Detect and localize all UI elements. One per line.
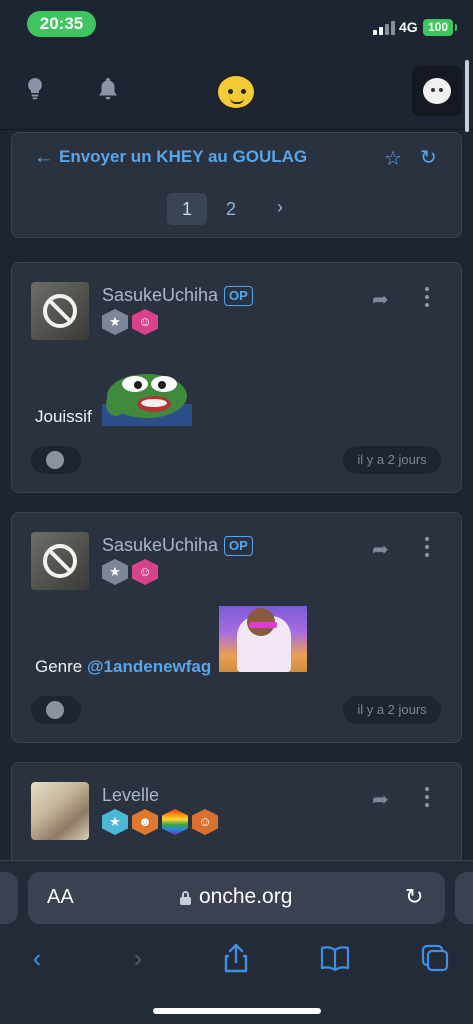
text-size-button[interactable]: AA [47,886,74,909]
banned-icon [43,544,77,578]
pepe-sticker-image [102,374,192,426]
user-menu-button[interactable] [412,66,462,116]
user-avatar-icon [423,78,451,104]
share-icon[interactable]: ➦ [372,287,389,312]
rainbow-badge-icon [162,809,188,835]
avatar[interactable] [31,532,89,590]
star-badge-icon: ★ [102,309,128,335]
more-options-icon[interactable] [425,787,430,807]
op-badge: OP [224,536,253,556]
post-username[interactable]: SasukeUchiha [102,285,218,306]
post-text: Genre @1andenewfag [35,657,211,677]
reload-icon[interactable]: ↻ [405,884,423,910]
user-mention-link[interactable]: @1andenewfag [87,657,211,676]
battery-icon: 100 [423,19,457,36]
home-indicator[interactable] [153,1008,321,1014]
forward-icon[interactable]: › [121,942,155,974]
refresh-icon[interactable]: ↻ [420,145,437,170]
share-icon[interactable]: ➦ [372,537,389,562]
baby-badge-icon: ☺ [132,559,158,585]
post-username[interactable]: SasukeUchiha [102,535,218,556]
smiley-badge-icon: ☺ [192,809,218,835]
star-badge-icon: ★ [102,809,128,835]
star-icon[interactable]: ☆ [384,146,402,171]
url-text[interactable]: onche.org [199,885,292,909]
reaction-button[interactable] [31,446,81,474]
post-text-prefix: Genre [35,657,87,676]
avatar[interactable] [31,782,89,840]
page-scrollbar[interactable] [465,60,469,132]
op-badge: OP [224,286,253,306]
reaction-face-icon [46,701,64,719]
signal-icon [373,21,395,35]
post-timestamp: il y a 2 jours [343,696,441,724]
post-timestamp: il y a 2 jours [343,446,441,474]
browser-toolbar: AA onche.org ↻ ‹ › [0,860,473,1024]
status-bar: 20:35 4G 100 [0,0,473,46]
baby-badge-icon: ☺ [132,309,158,335]
bell-icon[interactable] [96,76,120,100]
address-bar[interactable]: AA onche.org ↻ [28,872,445,924]
more-options-icon[interactable] [425,287,430,307]
post-card: SasukeUchiha OP ★ ☺ ➦ Jouissif il y a 2 … [11,262,462,493]
bookmarks-icon[interactable] [318,942,352,974]
more-options-icon[interactable] [425,537,430,557]
site-logo[interactable] [216,74,256,110]
next-page-icon[interactable]: › [277,197,283,218]
back-arrow-icon[interactable]: ← [34,147,53,169]
banned-icon [43,294,77,328]
previous-tab-preview[interactable] [0,872,18,924]
sunglasses-man-sticker-image [219,606,307,672]
status-time: 20:35 [27,11,96,37]
post-card: SasukeUchiha OP ★ ☺ ➦ Genre @1andenewfag… [11,512,462,743]
chicken-badge-icon: ☻ [132,809,158,835]
next-tab-preview[interactable] [455,872,473,924]
top-navigation [0,46,473,130]
tabs-icon[interactable] [418,942,452,974]
star-badge-icon: ★ [102,559,128,585]
lightbulb-icon[interactable] [23,76,47,100]
page-button-1[interactable]: 1 [167,193,207,225]
reaction-face-icon [46,451,64,469]
network-label: 4G [399,19,418,35]
reaction-button[interactable] [31,696,81,724]
post-text: Jouissif [35,407,92,426]
avatar[interactable] [31,282,89,340]
topic-header: ← Envoyer un KHEY au GOULAG ☆ ↻ 1 2 › [11,132,462,238]
share-sheet-icon[interactable] [219,942,253,974]
page-button-2[interactable]: 2 [211,193,251,225]
topic-title[interactable]: Envoyer un KHEY au GOULAG [59,147,307,167]
back-icon[interactable]: ‹ [20,942,54,974]
share-icon[interactable]: ➦ [372,787,389,812]
lock-icon [180,891,191,905]
post-username[interactable]: Levelle [102,785,159,806]
